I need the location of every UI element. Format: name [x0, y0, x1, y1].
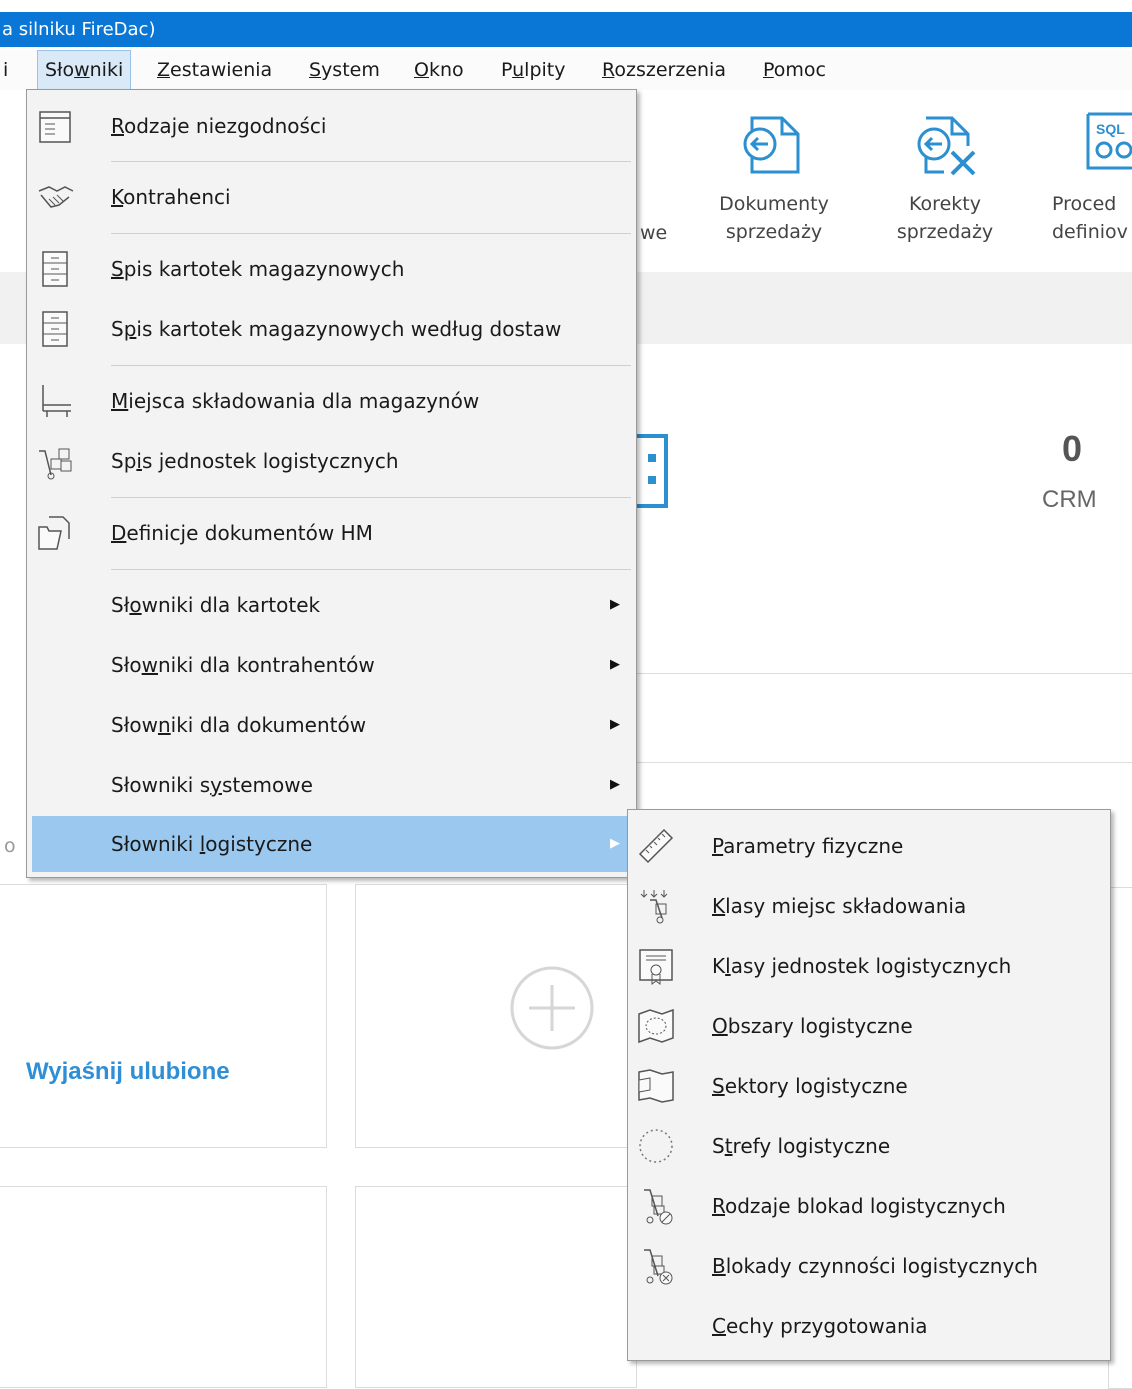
crm-label: CRM — [1042, 486, 1097, 513]
menu-item-spis-jednostek[interactable]: Spis jednostek logistycznych — [27, 433, 636, 489]
submenu-item-cechy-przygotowania[interactable]: Cechy przygotowania — [628, 1298, 1110, 1354]
submenu-item-klasy-jednostek[interactable]: Klasy jednostek logistycznych — [628, 938, 1110, 994]
hand-truck-block-icon — [644, 1189, 673, 1225]
file-cabinet-icon — [42, 251, 68, 287]
favorites-tile[interactable] — [0, 884, 327, 1148]
document-correction-icon — [917, 116, 976, 176]
menu-item-slowniki-kontrahentow[interactable]: Słowniki dla kontrahentów ▶ — [27, 637, 636, 693]
boxes-trolley-icon — [39, 448, 72, 480]
hand-truck-arrows-icon — [640, 890, 668, 924]
file-cabinet-icon — [42, 311, 68, 347]
crm-count: 0 — [1062, 428, 1083, 469]
window-title: a silniku FireDac) — [0, 12, 1132, 47]
submenu-item-rodzaje-blokad[interactable]: Rodzaje blokad logistycznych — [628, 1178, 1110, 1234]
submenu-item-klasy-miejsc[interactable]: Klasy miejsc składowania — [628, 878, 1110, 934]
submenu-item-label: Cechy przygotowania — [712, 1314, 928, 1338]
sql-procedure-icon: SQL — [1086, 112, 1132, 170]
menu-item-label: Miejsca składowania dla magazynów — [111, 389, 480, 413]
menu-item-label: Spis kartotek magazynowych według dostaw — [111, 317, 562, 341]
divider — [637, 762, 1132, 763]
menubar-pomoc[interactable]: Pomoc — [756, 50, 833, 90]
menu-item-label: Słowniki dla kartotek — [111, 593, 321, 617]
menu-item-label: Rodzaje niezgodności — [111, 114, 327, 138]
section-stub: o — [4, 835, 16, 857]
menu-item-label: Kontrahenci — [111, 185, 231, 209]
submenu-item-blokady-czynnosci[interactable]: Blokady czynności logistycznych — [628, 1238, 1110, 1294]
dashboard-tile[interactable] — [1108, 887, 1132, 1389]
menu-item-definicje-dokumentow[interactable]: Definicje dokumentów HM — [27, 505, 636, 561]
menu-item-slowniki-systemowe[interactable]: Słowniki systemowe ▶ — [27, 757, 636, 813]
ribbon-label-dokumenty: Dokumenty sprzedaży — [719, 193, 829, 243]
dashed-circle-icon — [639, 1129, 673, 1163]
submenu-arrow-icon: ▶ — [610, 777, 620, 792]
submenu-arrow-icon: ▶ — [610, 717, 620, 732]
map-sector-icon — [638, 1069, 674, 1103]
hand-truck-cancel-icon — [644, 1249, 673, 1285]
menubar-system[interactable]: System — [302, 50, 387, 90]
submenu-item-label: Sektory logistyczne — [712, 1074, 908, 1098]
menu-separator — [111, 233, 631, 234]
storage-rack-icon — [42, 385, 71, 417]
menu-item-label: Słowniki dla dokumentów — [111, 713, 367, 737]
submenu-arrow-icon: ▶ — [610, 597, 620, 612]
submenu-item-label: Parametry fizyczne — [712, 834, 904, 858]
submenu-arrow-icon: ▶ — [610, 836, 620, 851]
menu-separator — [111, 497, 631, 498]
menu-item-miejsca-skladowania[interactable]: Miejsca składowania dla magazynów — [27, 373, 636, 429]
map-area-icon — [638, 1008, 674, 1044]
menu-item-kontrahenci[interactable]: Kontrahenci — [27, 169, 636, 225]
menubar-zestawienia[interactable]: Zestawienia — [150, 50, 279, 90]
submenu-item-label: Obszary logistyczne — [712, 1014, 913, 1038]
submenu-item-strefy[interactable]: Strefy logistyczne — [628, 1118, 1110, 1174]
list-window-icon — [39, 111, 71, 143]
menu-item-slowniki-logistyczne[interactable]: Słowniki logistyczne ▶ — [32, 816, 631, 872]
menu-item-slowniki-dokumentow[interactable]: Słowniki dla dokumentów ▶ — [27, 697, 636, 753]
submenu-item-label: Strefy logistyczne — [712, 1134, 891, 1158]
menu-item-rodzaje-niezgodnosci[interactable]: Rodzaje niezgodności — [27, 98, 636, 154]
menu-item-label: Spis jednostek logistycznych — [111, 449, 399, 473]
menu-item-spis-kartotek-wg-dostaw[interactable]: Spis kartotek magazynowych według dostaw — [27, 301, 636, 357]
menu-separator — [111, 569, 631, 570]
document-arrow-icon — [743, 116, 800, 174]
menubar-rozszerzenia[interactable]: Rozszerzenia — [595, 50, 733, 90]
submenu-item-label: Klasy miejsc składowania — [712, 894, 967, 918]
submenu-item-label: Rodzaje blokad logistycznych — [712, 1194, 1006, 1218]
submenu-arrow-icon: ▶ — [610, 657, 620, 672]
submenu-item-label: Klasy jednostek logistycznych — [712, 954, 1012, 978]
dashboard-tile[interactable] — [355, 1186, 637, 1388]
menu-item-label: Słowniki systemowe — [111, 773, 313, 797]
ribbon-label-procedury: Proced definiov — [1052, 193, 1128, 243]
menubar-stub[interactable]: i — [0, 50, 15, 90]
menubar-okno[interactable]: Okno — [407, 50, 471, 90]
menu-item-slowniki-kartotek[interactable]: Słowniki dla kartotek ▶ — [27, 577, 636, 633]
certificate-icon — [639, 949, 673, 985]
ruler-icon — [638, 828, 674, 864]
slowniki-dropdown-menu: Rodzaje niezgodności Kontrahenci Spis ka… — [26, 89, 637, 878]
submenu-item-parametry-fizyczne[interactable]: Parametry fizyczne — [628, 818, 1110, 874]
document-folder-icon — [38, 516, 70, 550]
ribbon-label-korekty: Korekty sprzedaży — [896, 193, 994, 243]
dashboard-tile[interactable] — [0, 1186, 327, 1388]
menu-separator — [111, 161, 631, 162]
svg-text:SQL: SQL — [1096, 121, 1125, 137]
favorites-explain-link[interactable]: Wyjaśnij ulubione — [26, 1058, 230, 1086]
logistics-submenu: Parametry fizyczne Klasy miejsc składowa… — [627, 809, 1111, 1361]
ribbon-partial-label: we — [640, 222, 668, 244]
menu-item-label: Definicje dokumentów HM — [111, 521, 373, 545]
menu-item-label: Słowniki dla kontrahentów — [111, 653, 375, 677]
divider — [637, 673, 1132, 674]
menu-item-label: Słowniki logistyczne — [111, 832, 313, 856]
handshake-icon — [38, 186, 74, 208]
add-circle-icon[interactable] — [509, 965, 595, 1051]
submenu-item-obszary[interactable]: Obszary logistyczne — [628, 998, 1110, 1054]
menu-item-spis-kartotek[interactable]: Spis kartotek magazynowych — [27, 241, 636, 297]
menubar-pulpity[interactable]: Pulpity — [494, 50, 572, 90]
submenu-item-label: Blokady czynności logistycznych — [712, 1254, 1038, 1278]
menu-bar: i Słowniki Zestawienia System Okno Pulpi… — [0, 50, 1132, 90]
submenu-item-sektory[interactable]: Sektory logistyczne — [628, 1058, 1110, 1114]
menu-separator — [111, 365, 631, 366]
menu-item-label: Spis kartotek magazynowych — [111, 257, 405, 281]
menubar-slowniki[interactable]: Słowniki — [37, 50, 132, 90]
partial-widget-icon — [636, 434, 668, 508]
